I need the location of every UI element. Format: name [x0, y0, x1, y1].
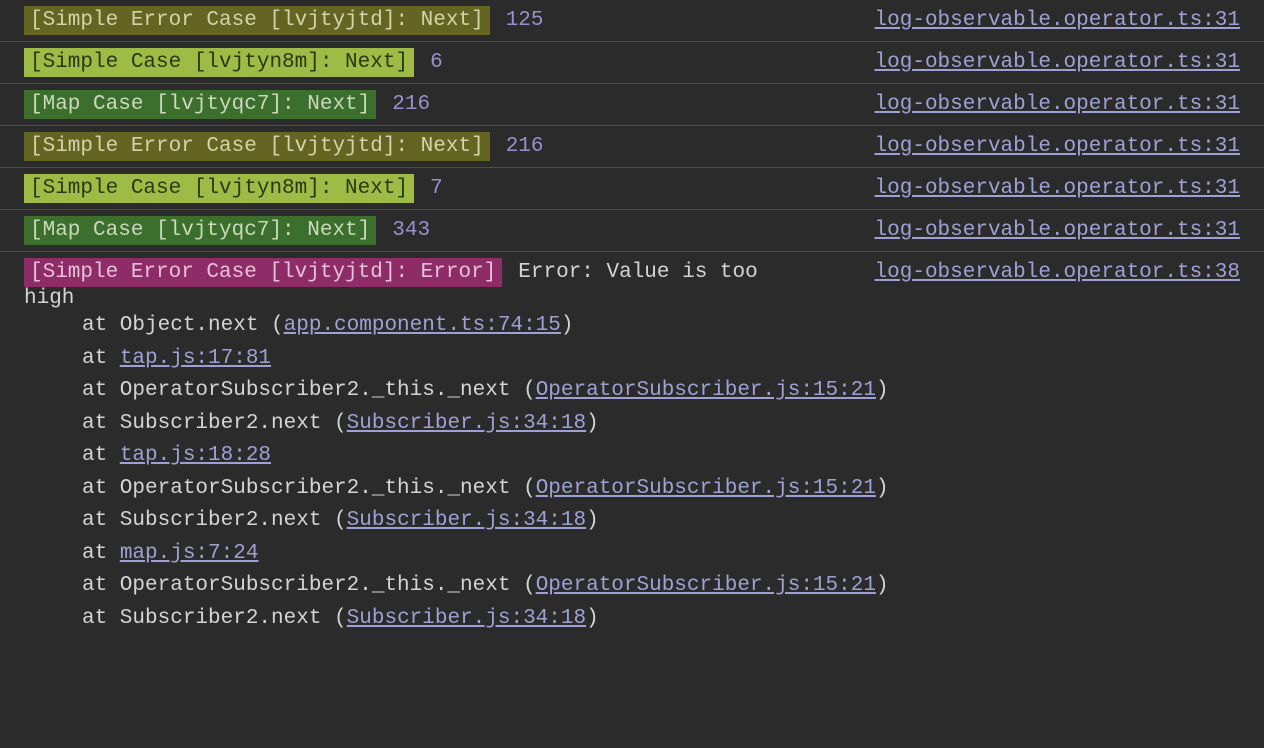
source-link[interactable]: log-observable.operator.ts:31 — [875, 219, 1240, 242]
stack-link[interactable]: Subscriber.js:34:18 — [347, 509, 586, 532]
console-log-row: [Map Case [lvjtyqc7]: Next] 216 log-obse… — [0, 84, 1264, 126]
log-badge: [Simple Error Case [lvjtyjtd]: Next] — [24, 132, 490, 161]
log-value: 6 — [430, 51, 443, 74]
stack-link[interactable]: OperatorSubscriber.js:15:21 — [536, 574, 876, 597]
stack-link[interactable]: tap.js:18:28 — [120, 444, 271, 467]
source-link[interactable]: log-observable.operator.ts:38 — [875, 261, 1240, 284]
stack-frame: at OperatorSubscriber2._this._next (Oper… — [82, 570, 1240, 603]
log-value: 216 — [392, 93, 430, 116]
log-badge: [Simple Error Case [lvjtyjtd]: Next] — [24, 6, 490, 35]
stack-link[interactable]: Subscriber.js:34:18 — [347, 607, 586, 630]
stack-frame: at tap.js:17:81 — [82, 343, 1240, 376]
log-badge: [Map Case [lvjtyqc7]: Next] — [24, 90, 376, 119]
source-link[interactable]: log-observable.operator.ts:31 — [875, 51, 1240, 74]
stack-link[interactable]: Subscriber.js:34:18 — [347, 412, 586, 435]
stack-frame: at Object.next (app.component.ts:74:15) — [82, 310, 1240, 343]
stack-frame: at map.js:7:24 — [82, 538, 1240, 571]
source-link[interactable]: log-observable.operator.ts:31 — [875, 135, 1240, 158]
stack-frame: at Subscriber2.next (Subscriber.js:34:18… — [82, 505, 1240, 538]
stack-frame: at Subscriber2.next (Subscriber.js:34:18… — [82, 408, 1240, 441]
source-link[interactable]: log-observable.operator.ts:31 — [875, 177, 1240, 200]
stack-frame: at Subscriber2.next (Subscriber.js:34:18… — [82, 603, 1240, 636]
stack-link[interactable]: OperatorSubscriber.js:15:21 — [536, 477, 876, 500]
stack-link[interactable]: map.js:7:24 — [120, 542, 259, 565]
log-value: 343 — [392, 219, 430, 242]
stack-trace: at Object.next (app.component.ts:74:15) … — [24, 310, 1240, 635]
stack-link[interactable]: OperatorSubscriber.js:15:21 — [536, 379, 876, 402]
console-log-row: [Map Case [lvjtyqc7]: Next] 343 log-obse… — [0, 210, 1264, 252]
error-message-cont: high — [24, 287, 1240, 310]
log-value: 216 — [506, 135, 544, 158]
console-log-row: [Simple Error Case [lvjtyjtd]: Next] 216… — [0, 126, 1264, 168]
stack-frame: at OperatorSubscriber2._this._next (Oper… — [82, 473, 1240, 506]
console-log-row: [Simple Case [lvjtyn8m]: Next] 6 log-obs… — [0, 42, 1264, 84]
error-message: Error: Value is too — [518, 261, 757, 284]
stack-link[interactable]: app.component.ts:74:15 — [284, 314, 561, 337]
error-badge: [Simple Error Case [lvjtyjtd]: Error] — [24, 258, 502, 287]
console-error-row: [Simple Error Case [lvjtyjtd]: Error] Er… — [0, 252, 1264, 641]
log-badge: [Simple Case [lvjtyn8m]: Next] — [24, 48, 414, 77]
source-link[interactable]: log-observable.operator.ts:31 — [875, 9, 1240, 32]
stack-frame: at OperatorSubscriber2._this._next (Oper… — [82, 375, 1240, 408]
console-log-row: [Simple Case [lvjtyn8m]: Next] 7 log-obs… — [0, 168, 1264, 210]
log-value: 7 — [430, 177, 443, 200]
source-link[interactable]: log-observable.operator.ts:31 — [875, 93, 1240, 116]
stack-frame: at tap.js:18:28 — [82, 440, 1240, 473]
log-badge: [Map Case [lvjtyqc7]: Next] — [24, 216, 376, 245]
stack-link[interactable]: tap.js:17:81 — [120, 347, 271, 370]
console-log-row: [Simple Error Case [lvjtyjtd]: Next] 125… — [0, 0, 1264, 42]
log-value: 125 — [506, 9, 544, 32]
log-badge: [Simple Case [lvjtyn8m]: Next] — [24, 174, 414, 203]
